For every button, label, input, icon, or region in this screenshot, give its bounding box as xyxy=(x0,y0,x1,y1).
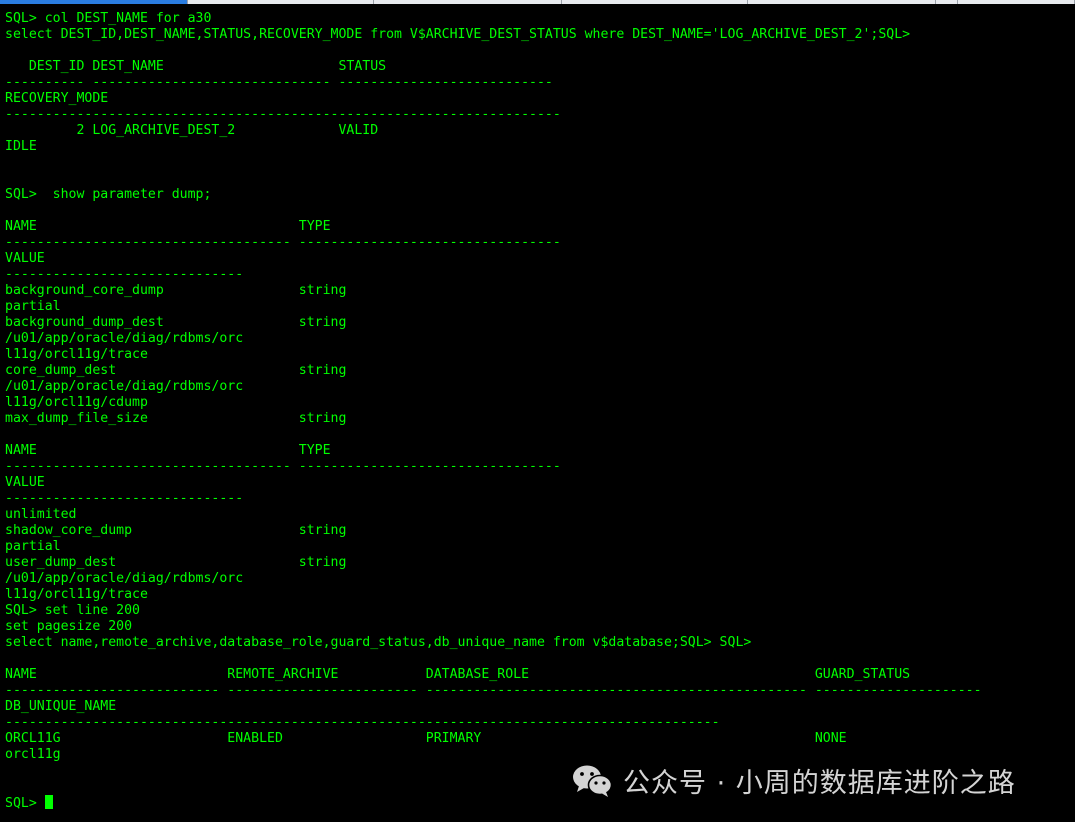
terminal-line: unlimited xyxy=(5,507,77,522)
tab-active[interactable] xyxy=(0,0,188,4)
terminal-line: NAME REMOTE_ARCHIVE DATABASE_ROLE GUARD_… xyxy=(5,667,911,682)
terminal-line: VALUE xyxy=(5,475,45,490)
terminal-line: max_dump_file_size string xyxy=(5,411,347,426)
terminal-line: background_core_dump string xyxy=(5,283,347,298)
tab[interactable] xyxy=(936,0,958,4)
terminal-line: /u01/app/oracle/diag/rdbms/orc xyxy=(5,571,244,586)
sql-prompt: SQL> xyxy=(5,796,45,811)
terminal-line: 2 LOG_ARCHIVE_DEST_2 VALID xyxy=(5,123,379,138)
terminal-line: DB_UNIQUE_NAME xyxy=(5,699,117,714)
tab[interactable] xyxy=(188,0,374,4)
terminal-line: ------------------------------ xyxy=(5,491,244,506)
terminal-line: l11g/orcl11g/trace xyxy=(5,347,148,362)
watermark-text: 公众号 · 小周的数据库进阶之路 xyxy=(623,767,1016,799)
terminal-line: NAME TYPE xyxy=(5,219,331,234)
terminal-line: ------------------------------------ ---… xyxy=(5,459,561,474)
terminal-line: DEST_ID DEST_NAME STATUS xyxy=(5,59,387,74)
terminal-line: --------------------------- ------------… xyxy=(5,683,982,698)
terminal-line: NAME TYPE xyxy=(5,443,331,458)
terminal-line: select DEST_ID,DEST_NAME,STATUS,RECOVERY… xyxy=(5,27,911,42)
terminal-line: ------------------------------------ ---… xyxy=(5,235,561,250)
watermark: 公众号 · 小周的数据库进阶之路 xyxy=(571,758,1016,802)
tab[interactable] xyxy=(374,0,562,4)
terminal-line: shadow_core_dump string xyxy=(5,523,347,538)
terminal-line: set pagesize 200 xyxy=(5,619,133,634)
terminal-line: SQL> show parameter dump; xyxy=(5,187,212,202)
terminal-line: IDLE xyxy=(5,139,37,154)
terminal-line: ORCL11G ENABLED PRIMARY NONE xyxy=(5,731,847,746)
terminal-line: background_dump_dest string xyxy=(5,315,347,330)
terminal-line: /u01/app/oracle/diag/rdbms/orc xyxy=(5,379,244,394)
terminal-line: select name,remote_archive,database_role… xyxy=(5,635,752,650)
tab-strip xyxy=(0,0,1075,4)
terminal-line: VALUE xyxy=(5,251,45,266)
terminal-line: SQL> set line 200 xyxy=(5,603,140,618)
terminal-line: ------------------------------ xyxy=(5,267,244,282)
terminal-line: user_dump_dest string xyxy=(5,555,347,570)
terminal-line: partial xyxy=(5,539,61,554)
terminal-line: l11g/orcl11g/trace xyxy=(5,587,148,602)
wechat-icon xyxy=(573,765,613,797)
terminal-line: l11g/orcl11g/cdump xyxy=(5,395,148,410)
terminal-line: partial xyxy=(5,299,61,314)
tab[interactable] xyxy=(958,0,1075,4)
terminal-line: ----------------------------------------… xyxy=(5,107,561,122)
terminal-line: ---------- -----------------------------… xyxy=(5,75,553,90)
terminal-line: /u01/app/oracle/diag/rdbms/orc xyxy=(5,331,244,346)
terminal-line: core_dump_dest string xyxy=(5,363,347,378)
tab[interactable] xyxy=(748,0,936,4)
terminal-line: RECOVERY_MODE xyxy=(5,91,109,106)
terminal-line: ----------------------------------------… xyxy=(5,715,720,730)
terminal-output[interactable]: SQL> col DEST_NAME for a30 select DEST_ID… xyxy=(5,11,982,811)
terminal-line: SQL> col DEST_NAME for a30 xyxy=(5,11,212,26)
text-cursor xyxy=(44,795,53,809)
tab[interactable] xyxy=(562,0,748,4)
